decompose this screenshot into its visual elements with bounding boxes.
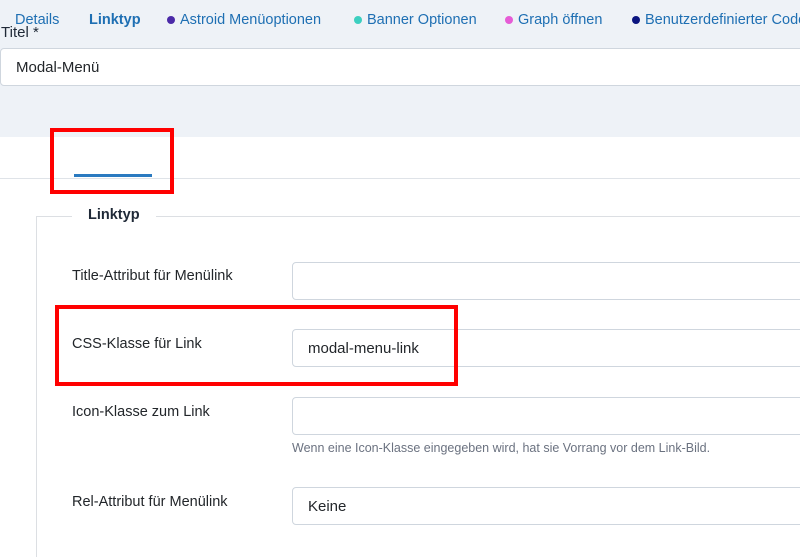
tab-label: Details (15, 12, 60, 28)
highlight-box-css-class (55, 305, 458, 386)
icon-class-input[interactable] (292, 397, 800, 435)
tab-label: Graph öffnen (518, 12, 603, 28)
rel-attribute-value: Keine (308, 497, 347, 515)
title-attribute-input[interactable] (292, 262, 800, 300)
tab-label: Astroid Menüoptionen (180, 12, 322, 28)
icon-class-hint: Wenn eine Icon-Klasse eingegeben wird, h… (292, 441, 711, 455)
title-input[interactable]: Modal-Menü (0, 48, 800, 86)
tab-dot-icon (505, 16, 513, 24)
tab-dot-icon (167, 16, 175, 24)
tab-details[interactable]: Details (15, 12, 59, 28)
tab-label: Banner Optionen (367, 12, 477, 28)
tab-label: Benutzerdefinierter Code (645, 12, 800, 28)
title-attribute-label: Title-Attribut für Menülink (72, 268, 233, 284)
rel-attribute-label: Rel-Attribut für Menülink (72, 494, 228, 510)
fieldset-legend: Linktyp (72, 207, 156, 223)
title-input-value: Modal-Menü (16, 58, 100, 76)
tab-label: Linktyp (89, 12, 141, 28)
icon-class-label: Icon-Klasse zum Link (72, 404, 210, 420)
tab-linktyp[interactable]: Linktyp (89, 12, 141, 28)
tab-astroid-menueoptionen[interactable]: Astroid Menüoptionen (167, 12, 321, 28)
highlight-box-linktyp-tab (50, 128, 174, 194)
tab-benutzerdefinierter-code[interactable]: Benutzerdefinierter Code (632, 12, 800, 28)
tab-banner-optionen[interactable]: Banner Optionen (354, 12, 477, 28)
tab-graph-oeffnen[interactable]: Graph öffnen (505, 12, 602, 28)
tab-dot-icon (632, 16, 640, 24)
tab-dot-icon (354, 16, 362, 24)
rel-attribute-select[interactable]: Keine (292, 487, 800, 525)
